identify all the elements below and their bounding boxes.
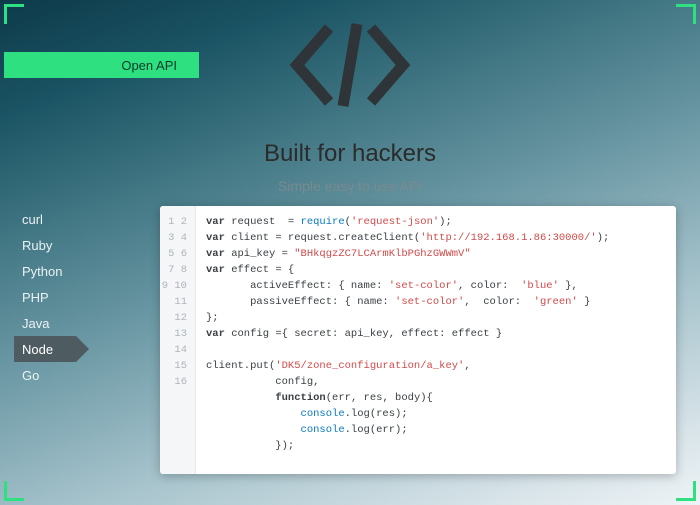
tab-curl[interactable]: curl [14,206,76,232]
tab-label: Go [22,368,39,383]
tab-label: Ruby [22,238,52,253]
page-subtitle: Simple easy to use API [0,178,700,194]
frame-corner-br [676,481,696,501]
tab-label: curl [22,212,43,227]
tab-label: PHP [22,290,49,305]
tab-java[interactable]: Java [14,310,76,336]
code-content: var request = require('request-json'); v… [196,206,676,474]
tab-ruby[interactable]: Ruby [14,232,76,258]
open-api-badge: Open API [4,52,199,78]
tab-php[interactable]: PHP [14,284,76,310]
tab-python[interactable]: Python [14,258,76,284]
open-api-label: Open API [121,58,177,73]
frame-corner-tl [4,4,24,24]
tab-label: Python [22,264,62,279]
code-card: 1 2 3 4 5 6 7 8 9 10 11 12 13 14 15 16 v… [160,206,676,474]
tab-node[interactable]: Node [14,336,76,362]
frame-corner-bl [4,481,24,501]
code-gutter: 1 2 3 4 5 6 7 8 9 10 11 12 13 14 15 16 [160,206,196,474]
tab-label: Java [22,316,49,331]
tab-go[interactable]: Go [14,362,76,388]
code-brackets-icon [285,10,415,125]
frame-corner-tr [676,4,696,24]
page-title: Built for hackers [0,140,700,168]
tab-label: Node [22,342,53,357]
language-tabs: curl Ruby Python PHP Java Node Go [14,206,76,388]
